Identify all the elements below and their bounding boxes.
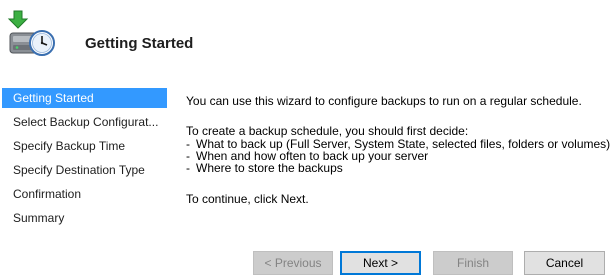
next-button[interactable]: Next >: [340, 251, 421, 275]
continue-text: To continue, click Next.: [186, 192, 309, 206]
wizard-steps-nav: Getting Started Select Backup Configurat…: [2, 88, 167, 232]
wizard-header: Getting Started: [0, 0, 616, 80]
finish-button[interactable]: Finish: [433, 251, 513, 275]
step-specify-backup-time[interactable]: Specify Backup Time: [2, 136, 167, 160]
step-summary[interactable]: Summary: [2, 208, 167, 232]
lead-text: To create a backup schedule, you should …: [186, 124, 469, 138]
list-item-text: Where to store the backups: [196, 161, 343, 175]
list-item: - Where to store the backups: [186, 162, 606, 174]
intro-text: You can use this wizard to configure bac…: [186, 94, 582, 108]
decision-list: - What to back up (Full Server, System St…: [186, 138, 610, 174]
page-title: Getting Started: [85, 35, 194, 52]
cancel-button[interactable]: Cancel: [524, 251, 605, 275]
step-specify-destination-type[interactable]: Specify Destination Type: [2, 160, 167, 184]
previous-button[interactable]: < Previous: [253, 251, 333, 275]
backup-schedule-icon: [7, 10, 55, 56]
step-confirmation[interactable]: Confirmation: [2, 184, 167, 208]
step-getting-started[interactable]: Getting Started: [2, 88, 167, 108]
step-select-backup-configuration[interactable]: Select Backup Configurat...: [2, 112, 167, 136]
wizard-content: You can use this wizard to configure bac…: [186, 94, 610, 206]
bullet-marker: -: [186, 161, 190, 175]
